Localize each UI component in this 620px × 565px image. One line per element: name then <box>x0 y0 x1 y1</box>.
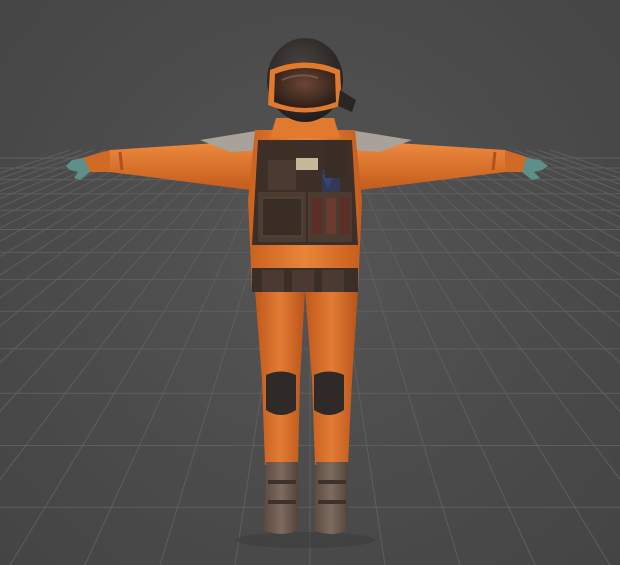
ground-shadow <box>235 532 375 548</box>
left-knee-pad <box>266 371 296 415</box>
right-boot <box>314 462 348 534</box>
visor <box>274 68 336 108</box>
helmet <box>267 38 356 122</box>
right-knee-pad <box>314 371 344 415</box>
character-model[interactable] <box>0 0 620 565</box>
3d-viewport[interactable] <box>0 0 620 565</box>
right-glove-icon <box>522 158 548 180</box>
utility-belt <box>252 268 358 292</box>
chest-vest <box>252 140 358 245</box>
left-boot <box>264 462 298 534</box>
